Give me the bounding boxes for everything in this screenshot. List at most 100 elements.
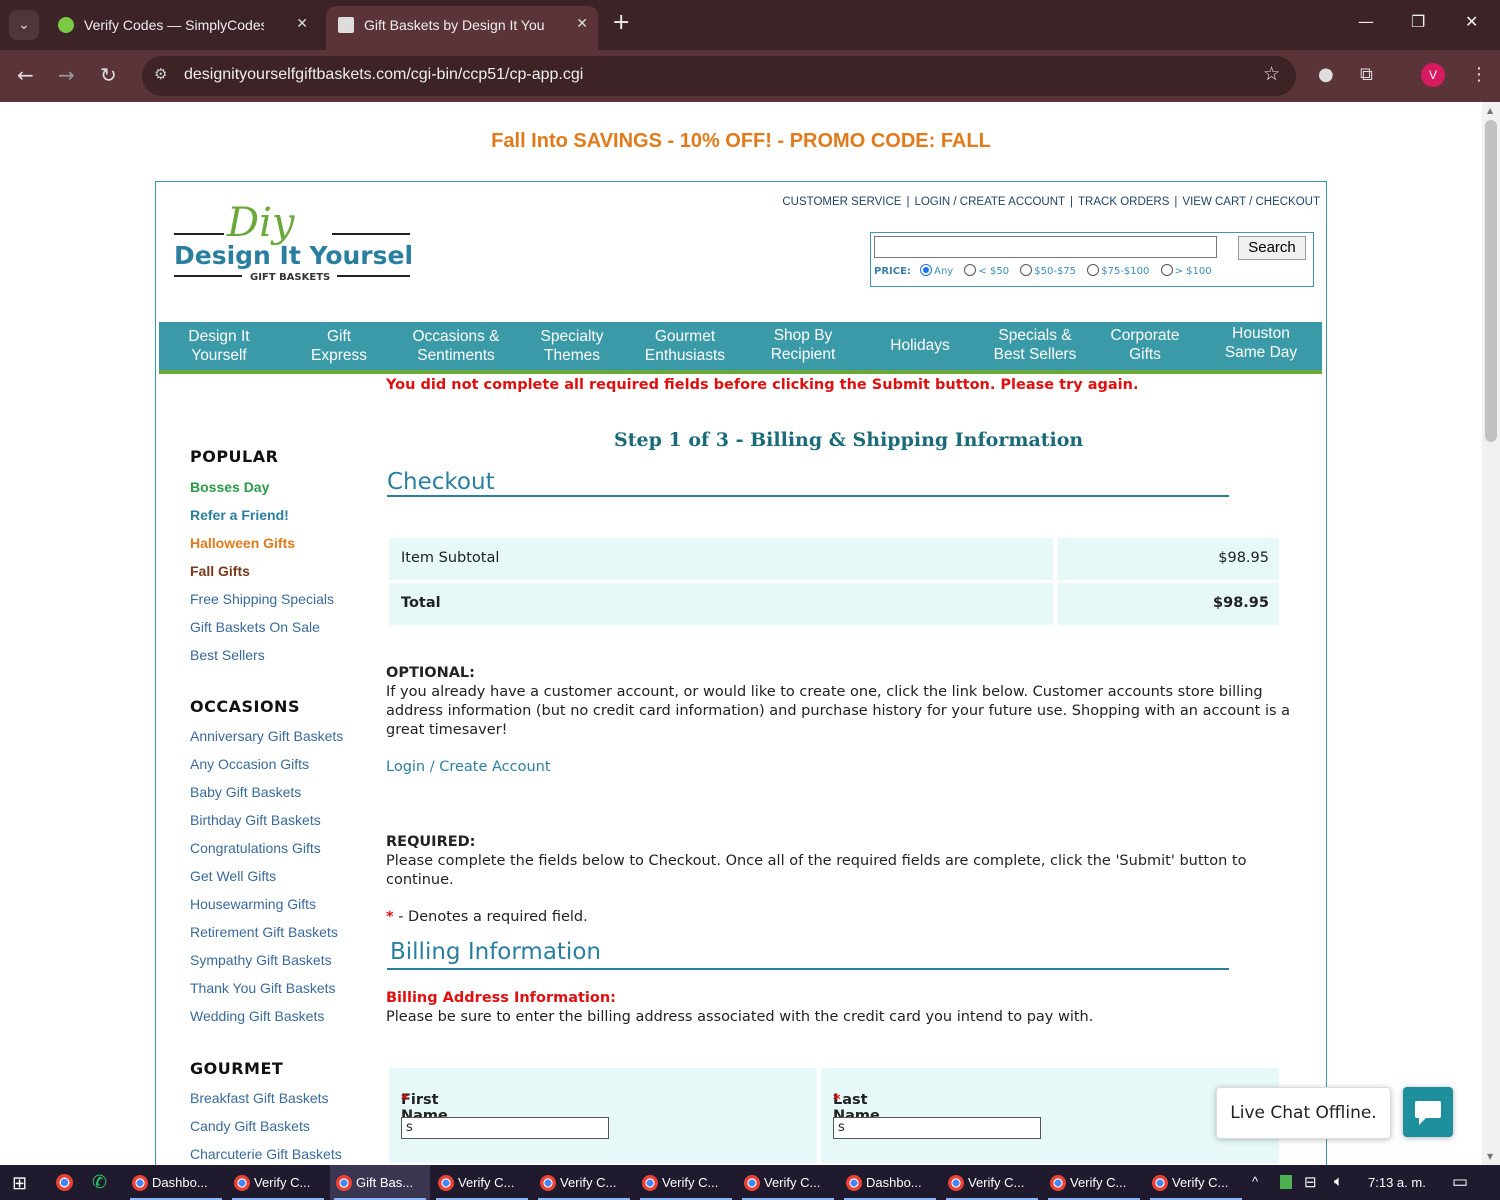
sidebar-item-wedding[interactable]: Wedding Gift Baskets — [190, 1008, 324, 1024]
profile-avatar[interactable]: V — [1421, 63, 1445, 87]
scroll-up-icon[interactable]: ▲ — [1487, 106, 1493, 115]
network-icon[interactable]: ⊟ — [1304, 1173, 1317, 1191]
volume-icon[interactable]: 🔈︎ — [1334, 1173, 1343, 1190]
billing-address-section: Billing Address Information: Please be s… — [386, 989, 1306, 1027]
sidebar-item-bosses-day[interactable]: Bosses Day — [190, 479, 269, 495]
taskbar-item[interactable]: Dashbo... — [840, 1165, 940, 1200]
extension-icon[interactable]: ● — [1318, 64, 1334, 85]
nav-design-it-yourself[interactable]: Design It Yourself — [188, 327, 249, 367]
nav-gift-express[interactable]: Gift Express — [311, 327, 367, 367]
tab-search-button[interactable]: ⌄ — [9, 10, 39, 40]
sidebar-item-anniversary[interactable]: Anniversary Gift Baskets — [190, 728, 343, 744]
sidebar-item-on-sale[interactable]: Gift Baskets On Sale — [190, 619, 320, 635]
nav-specials[interactable]: Specials & Best Sellers — [994, 326, 1077, 366]
sidebar-item-baby[interactable]: Baby Gift Baskets — [190, 784, 301, 800]
sidebar-item-any-occasion[interactable]: Any Occasion Gifts — [190, 756, 309, 772]
tray-app-icon[interactable] — [1280, 1175, 1292, 1189]
live-chat-status[interactable]: Live Chat Offline. — [1216, 1087, 1391, 1139]
restore-icon[interactable]: ❐ — [1411, 12, 1425, 31]
taskbar-item[interactable]: Verify C... — [636, 1165, 736, 1200]
live-chat-button[interactable] — [1403, 1087, 1453, 1137]
tray-chevron-icon[interactable]: ^ — [1252, 1174, 1258, 1189]
sidebar-item-candy[interactable]: Candy Gift Baskets — [190, 1118, 310, 1134]
nav-occasions[interactable]: Occasions & Sentiments — [412, 327, 499, 367]
sidebar-item-free-shipping[interactable]: Free Shipping Specials — [190, 591, 334, 607]
taskbar-item[interactable]: Verify C... — [228, 1165, 328, 1200]
nav-holidays[interactable]: Holidays — [890, 336, 949, 376]
back-icon[interactable]: ← — [17, 63, 34, 87]
price-radio-50-75[interactable] — [1020, 264, 1033, 276]
price-option-label: $75-$100 — [1101, 266, 1150, 277]
last-name-field[interactable]: s — [833, 1117, 1041, 1139]
sidebar-item-congratulations[interactable]: Congratulations Gifts — [190, 840, 321, 856]
tab-verify-codes[interactable]: Verify Codes — SimplyCodes ✕ — [46, 6, 318, 50]
address-bar[interactable]: ⚙ designityourselfgiftbaskets.com/cgi-bi… — [142, 56, 1296, 96]
taskbar-item[interactable]: Verify C... — [432, 1165, 532, 1200]
taskbar-item[interactable]: Verify C... — [1044, 1165, 1144, 1200]
last-name-cell: Last Name * — [821, 1068, 1279, 1163]
site-info-icon[interactable]: ⚙ — [154, 65, 167, 83]
forward-icon[interactable]: → — [58, 63, 75, 87]
nav-shop-by-recipient[interactable]: Shop By Recipient — [771, 326, 836, 366]
clock[interactable]: 7:13 a. m. — [1368, 1175, 1426, 1190]
sidebar-item-breakfast[interactable]: Breakfast Gift Baskets — [190, 1090, 329, 1106]
track-orders-link[interactable]: TRACK ORDERS — [1078, 196, 1169, 208]
login-create-account-link[interactable]: Login / Create Account — [386, 758, 551, 777]
search-input[interactable] — [874, 236, 1217, 258]
taskbar-item[interactable]: Dashbo... — [126, 1165, 226, 1200]
sidebar-item-charcuterie[interactable]: Charcuterie Gift Baskets — [190, 1146, 342, 1162]
sidebar-item-housewarming[interactable]: Housewarming Gifts — [190, 896, 316, 912]
price-radio-75-100[interactable] — [1087, 264, 1100, 276]
minimize-icon[interactable]: — — [1358, 12, 1374, 31]
taskbar-item[interactable]: Verify C... — [942, 1165, 1042, 1200]
sidebar-item-birthday[interactable]: Birthday Gift Baskets — [190, 812, 321, 828]
close-tab-icon[interactable]: ✕ — [576, 15, 588, 32]
reload-icon[interactable]: ↻ — [100, 63, 117, 87]
page-viewport: Fall Into SAVINGS - 10% OFF! - PROMO COD… — [0, 102, 1482, 1165]
scroll-thumb[interactable] — [1485, 120, 1497, 442]
windows-start-icon[interactable]: ⊞ — [12, 1173, 27, 1194]
search-button[interactable]: Search — [1238, 236, 1306, 260]
chat-icon — [1415, 1101, 1441, 1125]
menu-kebab-icon[interactable]: ⋮ — [1470, 64, 1488, 85]
sidebar-item-get-well[interactable]: Get Well Gifts — [190, 868, 276, 884]
scroll-down-icon[interactable]: ▼ — [1487, 1152, 1493, 1161]
taskbar-item[interactable]: Verify C... — [1146, 1165, 1246, 1200]
sidebar-item-best-sellers[interactable]: Best Sellers — [190, 647, 265, 663]
chrome-icon[interactable] — [56, 1174, 73, 1191]
sidebar-item-fall-gifts[interactable]: Fall Gifts — [190, 563, 250, 579]
page-scrollbar[interactable]: ▲ ▼ — [1482, 102, 1500, 1165]
tab-gift-baskets[interactable]: Gift Baskets by Design It Yourself ✕ — [326, 6, 598, 50]
sidebar-item-sympathy[interactable]: Sympathy Gift Baskets — [190, 952, 332, 968]
close-window-icon[interactable]: ✕ — [1465, 12, 1478, 31]
notifications-icon[interactable]: ▭ — [1452, 1172, 1468, 1192]
price-radio-over-100[interactable] — [1160, 264, 1173, 276]
billing-rule — [387, 968, 1229, 970]
bookmark-star-icon[interactable]: ☆ — [1263, 63, 1280, 85]
login-link[interactable]: LOGIN / CREATE ACCOUNT — [914, 196, 1065, 208]
close-tab-icon[interactable]: ✕ — [296, 15, 308, 32]
required-text: Please complete the fields below to Chec… — [386, 853, 1247, 888]
customer-service-link[interactable]: CUSTOMER SERVICE — [782, 196, 901, 208]
price-radio-under-50[interactable] — [964, 264, 977, 276]
sidebar-item-refer-a-friend[interactable]: Refer a Friend! — [190, 507, 289, 523]
nav-specialty-themes[interactable]: Specialty Themes — [541, 327, 604, 367]
first-name-field[interactable]: s — [401, 1117, 609, 1139]
price-radio-any[interactable] — [920, 264, 933, 276]
promo-banner[interactable]: Fall Into SAVINGS - 10% OFF! - PROMO COD… — [0, 130, 1482, 153]
nav-corporate-gifts[interactable]: Corporate Gifts — [1111, 326, 1180, 366]
sidebar-item-thank-you[interactable]: Thank You Gift Baskets — [190, 980, 336, 996]
first-name-cell: First Name * — [389, 1068, 817, 1163]
taskbar-item-active[interactable]: Gift Bas... — [330, 1165, 430, 1200]
view-cart-link[interactable]: VIEW CART / CHECKOUT — [1182, 196, 1320, 208]
new-tab-icon[interactable]: + — [612, 10, 630, 35]
extensions-puzzle-icon[interactable]: ⧉ — [1360, 64, 1373, 85]
taskbar-item[interactable]: Verify C... — [738, 1165, 838, 1200]
sidebar-item-halloween[interactable]: Halloween Gifts — [190, 535, 295, 551]
nav-houston-same-day[interactable]: Houston Same Day — [1225, 324, 1297, 364]
whatsapp-icon[interactable]: ✆ — [92, 1172, 107, 1193]
sidebar-item-retirement[interactable]: Retirement Gift Baskets — [190, 924, 338, 940]
nav-gourmet[interactable]: Gourmet Enthusiasts — [645, 327, 725, 367]
taskbar-item[interactable]: Verify C... — [534, 1165, 634, 1200]
site-logo[interactable]: Diy Design It Yourself GIFT BASKETS — [172, 196, 412, 286]
